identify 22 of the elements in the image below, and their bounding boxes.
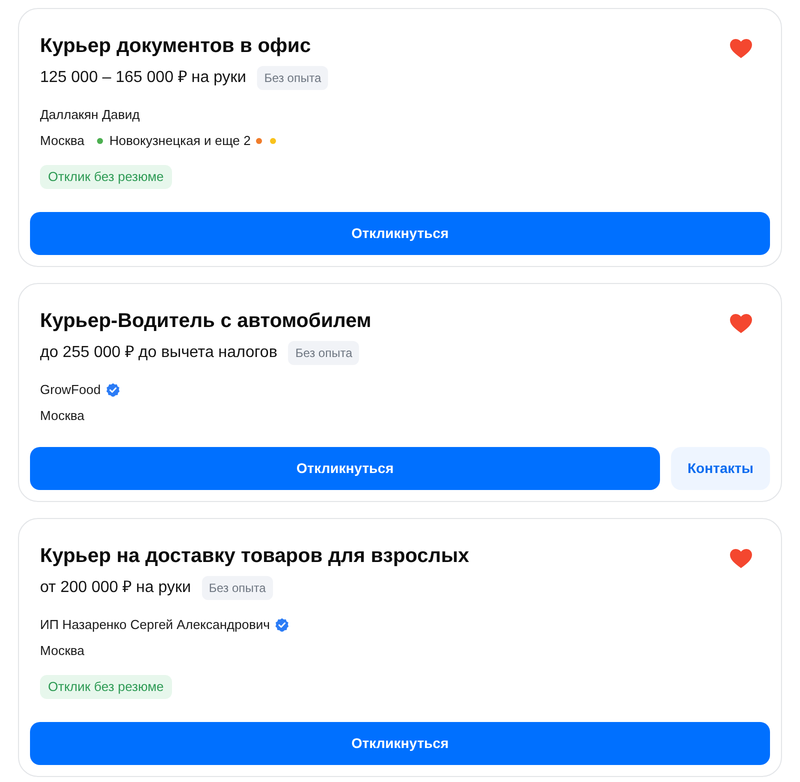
metro-station-text: Новокузнецкая и еще 2 xyxy=(109,132,251,150)
no-resume-response-tag: Отклик без резюме xyxy=(40,675,172,699)
vacancy-title-link[interactable]: Курьер-Водитель с автомобилем xyxy=(40,306,372,336)
salary-text: 125 000 – 165 000 ₽ на руки xyxy=(40,68,246,88)
respond-button[interactable]: Откликнуться xyxy=(30,722,770,765)
contacts-button[interactable]: Контакты xyxy=(671,447,770,490)
employer-name[interactable]: ИП Назаренко Сергей Александрович xyxy=(40,615,270,635)
respond-button[interactable]: Откликнуться xyxy=(30,447,660,490)
city-text: Москва xyxy=(40,132,84,150)
vacancy-title-link[interactable]: Курьер на доставку товаров для взрослых xyxy=(40,541,470,571)
experience-tag: Без опыта xyxy=(288,341,360,365)
no-resume-response-tag: Отклик без резюме xyxy=(40,165,172,189)
salary-text: до 255 000 ₽ до вычета налогов xyxy=(40,343,278,363)
respond-button[interactable]: Откликнуться xyxy=(30,212,770,255)
vacancy-title-link[interactable]: Курьер документов в офис xyxy=(40,31,311,61)
employer-name[interactable]: Даллакян Давид xyxy=(40,105,140,125)
employer-name[interactable]: GrowFood xyxy=(40,380,101,400)
city-text: Москва xyxy=(40,407,84,426)
city-text: Москва xyxy=(40,642,84,660)
experience-tag: Без опыта xyxy=(202,576,273,600)
experience-tag: Без опыта xyxy=(257,66,328,90)
salary-text: от 200 000 ₽ на руки xyxy=(40,578,191,598)
